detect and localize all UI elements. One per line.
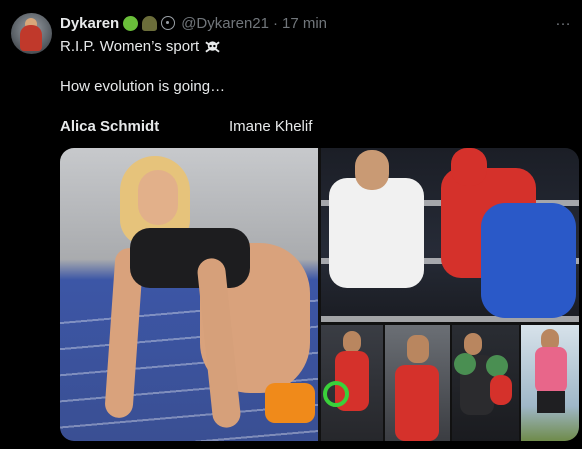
display-name[interactable]: Dykaren bbox=[60, 15, 119, 32]
boxer-red-headgear bbox=[451, 148, 487, 186]
boxer-head bbox=[343, 331, 361, 353]
glove-red bbox=[490, 375, 512, 405]
tweet-header: Dykaren @Dykaren21 · 17 min bbox=[60, 13, 327, 33]
referee bbox=[329, 178, 424, 288]
boxer-head bbox=[464, 333, 482, 355]
tweet-media[interactable] bbox=[60, 148, 579, 441]
frog-emoji-icon bbox=[123, 15, 139, 31]
athlete-shoe bbox=[265, 383, 315, 423]
helmet-emoji-icon bbox=[142, 15, 158, 31]
wheel-icon bbox=[161, 16, 176, 30]
photo-panel-4[interactable] bbox=[521, 325, 579, 441]
highlight-circle bbox=[323, 381, 349, 407]
label-left: Alica Schmidt bbox=[60, 118, 160, 135]
athlete-face bbox=[138, 170, 178, 225]
athlete-shorts bbox=[537, 391, 565, 413]
boxer-red bbox=[395, 365, 439, 441]
label-right: Imane Khelif bbox=[229, 118, 313, 135]
photo-left-athlete[interactable] bbox=[60, 148, 318, 441]
boxer-blue bbox=[481, 203, 576, 318]
athlete-body bbox=[130, 228, 250, 288]
photo-panel-2[interactable] bbox=[385, 325, 450, 441]
glove bbox=[454, 353, 476, 375]
glove bbox=[486, 355, 508, 377]
boxer-head bbox=[407, 335, 429, 363]
photo-right-boxing[interactable] bbox=[321, 148, 579, 322]
photo-panel-1[interactable] bbox=[321, 325, 383, 441]
avatar[interactable] bbox=[11, 13, 52, 54]
separator: · bbox=[272, 14, 278, 32]
skull-crossbones-icon bbox=[205, 40, 220, 52]
more-options-icon[interactable]: … bbox=[555, 12, 572, 30]
referee-head bbox=[355, 150, 389, 190]
tweet-text: R.I.P. Women’s sport bbox=[60, 38, 200, 55]
handle[interactable]: @Dykaren21 bbox=[181, 15, 269, 32]
timestamp[interactable]: 17 min bbox=[282, 15, 327, 32]
avatar-figure bbox=[20, 25, 42, 51]
athlete-shirt bbox=[535, 347, 567, 393]
photo-panel-3[interactable] bbox=[452, 325, 519, 441]
tweet-text-line2: How evolution is going… bbox=[60, 78, 226, 95]
tweet-text-line1: R.I.P. Women’s sport bbox=[60, 38, 221, 55]
